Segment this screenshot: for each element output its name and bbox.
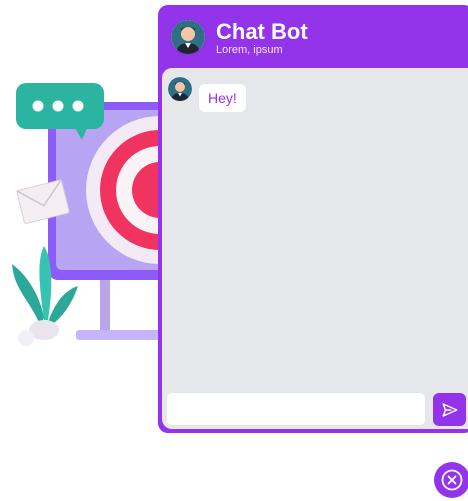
chat-title: Chat Bot (216, 19, 308, 44)
monitor-stand (100, 272, 110, 330)
chat-subtitle: Lorem, ipsum (216, 44, 283, 56)
chat-messages: Hey! (162, 68, 468, 429)
close-icon (441, 469, 463, 491)
marketing-illustration (12, 83, 180, 346)
close-button[interactable] (434, 462, 468, 498)
message-bubble: Hey! (199, 84, 246, 112)
send-icon (442, 402, 457, 417)
bot-avatar-icon (171, 20, 205, 54)
monitor-base (76, 330, 162, 340)
send-button[interactable] (433, 393, 466, 426)
message-input[interactable] (167, 393, 425, 425)
chat-header: Chat Bot Lorem, ipsum (158, 5, 468, 68)
chat-window: Chat Bot Lorem, ipsum Hey! (158, 5, 468, 433)
bot-avatar-icon (168, 77, 192, 101)
